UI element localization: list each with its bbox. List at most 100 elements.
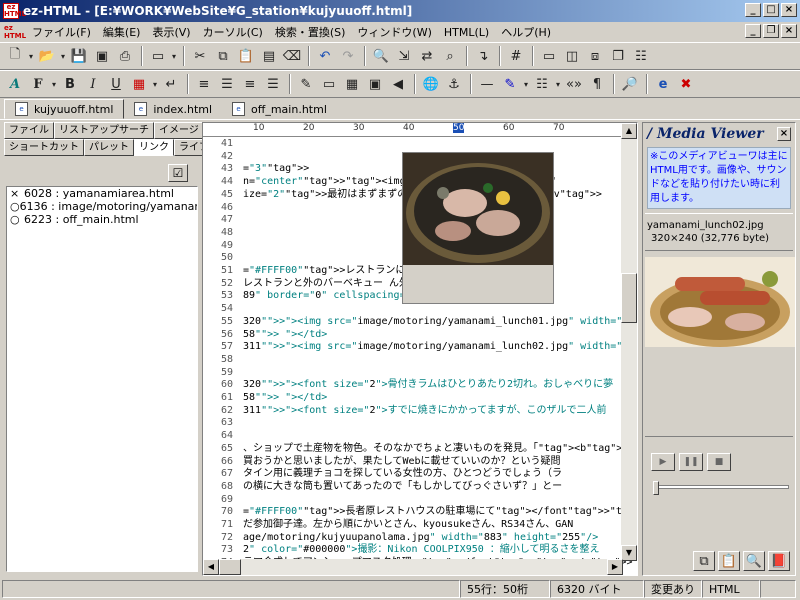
code-line[interactable]: 58"">> "></td> (243, 329, 327, 340)
chevron-down-icon[interactable]: ▾ (27, 46, 35, 66)
code-line[interactable]: だ参加御子達。左から順にかいとさん、kyousukeさん、RS34さん、GAN (243, 520, 573, 530)
chevron-down-icon[interactable]: ▾ (59, 46, 67, 66)
code-line[interactable]: 320"">>"><font size="2">骨付きラムはひとりあたり2切れ。… (243, 380, 613, 390)
browser-preview-icon[interactable]: ▭ (147, 46, 169, 66)
jump-icon[interactable]: ↴ (472, 46, 494, 66)
tab-link[interactable]: リンク (134, 139, 174, 156)
paste-icon[interactable]: 📋 (235, 46, 257, 66)
doc-restore-button[interactable]: ❐ (763, 24, 779, 38)
list-item[interactable]: × 6028 : yamanamiarea.html (7, 187, 197, 200)
zoom-icon[interactable]: 🔎 (619, 74, 641, 94)
code-line[interactable]: の横に大きな筒も置いてあったので「もしかしてびっぐさいず？」とー (243, 481, 562, 492)
color-grid-icon[interactable]: ▦ (128, 74, 150, 94)
doc-close-button[interactable]: × (781, 24, 797, 38)
save-all-icon[interactable]: ▣ (91, 46, 113, 66)
italic-icon[interactable]: I (82, 74, 104, 94)
tab-palette[interactable]: パレット (84, 139, 134, 156)
cascade-icon[interactable]: ❐ (607, 46, 629, 66)
menu-help[interactable]: ヘルプ(H) (495, 24, 557, 40)
scroll-thumb[interactable] (621, 273, 637, 323)
undo-icon[interactable]: ↶ (314, 46, 336, 66)
tab-file[interactable]: ファイル (4, 122, 54, 139)
grep-icon[interactable]: ⌕ (439, 46, 461, 66)
code-line[interactable]: age/motoring/kujyuupanolama.jpg" width="… (243, 532, 598, 543)
minimize-button[interactable]: _ (745, 3, 761, 17)
table-icon[interactable]: ▦ (341, 74, 363, 94)
menu-edit[interactable]: 編集(E) (97, 24, 147, 40)
code-line[interactable]: 買おうかと思いましたが、果たしてWebに載せていいのか？という疑問 (243, 456, 561, 467)
image-insert-icon[interactable]: ▣ (364, 74, 386, 94)
window-list-icon[interactable]: ☷ (630, 46, 652, 66)
close-button[interactable]: × (781, 3, 797, 17)
delete-icon[interactable]: ⌫ (281, 46, 303, 66)
paste-icon[interactable]: 📋 (718, 551, 740, 571)
doc-minimize-button[interactable]: _ (745, 24, 761, 38)
ie-preview-icon[interactable]: e (652, 74, 674, 94)
copy-icon[interactable]: ⧉ (212, 46, 234, 66)
pause-icon[interactable]: ❚❚ (679, 453, 703, 471)
chevron-down-icon[interactable]: ▾ (50, 74, 58, 94)
code-line[interactable]: 320"">>"><img src="image/motoring/yamana… (243, 316, 637, 327)
menu-html[interactable]: HTML(L) (438, 26, 495, 39)
menu-view[interactable]: 表示(V) (146, 24, 196, 40)
code-line[interactable]: 、ショップで土産物を物色。そのなかでちょと凄いものを発見。「"tag"><b"t… (243, 443, 637, 454)
list-item[interactable]: ○ 6136 : image/motoring/yamanami (7, 200, 197, 213)
paste-special-icon[interactable]: ▤ (258, 46, 280, 66)
redo-icon[interactable]: ↷ (337, 46, 359, 66)
code-line[interactable]: 2" color="#000000">撮影：Nikon COOLPIX950 ：… (243, 545, 600, 555)
comment-icon[interactable]: «» (563, 74, 585, 94)
link-check-icon[interactable]: ☑ (168, 164, 188, 182)
font-size-icon[interactable]: F (27, 74, 49, 94)
menu-cursor[interactable]: カーソル(C) (197, 24, 269, 40)
special-char-icon[interactable]: ¶ (586, 74, 608, 94)
code-line[interactable]: 311"">>"><img src="image/motoring/yamana… (243, 342, 637, 352)
scroll-left-icon[interactable]: ◀ (203, 559, 219, 575)
play-icon[interactable]: ▶ (651, 453, 675, 471)
code-line[interactable]: タイン用に義理チョコを探している女性の方、ひとつどうでしょう（ラ (243, 469, 562, 479)
link-icon[interactable]: 🌐 (420, 74, 442, 94)
new-file-icon[interactable]: 🗋 (4, 46, 26, 66)
replace-icon[interactable]: ⇄ (416, 46, 438, 66)
code-line[interactable]: 89" border="0" cellspacing=" (243, 291, 412, 301)
tab-image[interactable]: イメージ (154, 122, 204, 139)
tab-off-main[interactable]: e off_main.html (222, 99, 337, 119)
horizontal-scrollbar[interactable]: ◀ ▶ (203, 559, 623, 575)
justify-icon[interactable]: ☰ (262, 74, 284, 94)
split-horizontal-icon[interactable]: ▭ (538, 46, 560, 66)
horizontal-rule-icon[interactable]: — (476, 74, 498, 94)
seek-slider[interactable] (653, 481, 789, 495)
chevron-down-icon[interactable]: ▾ (151, 74, 159, 94)
scroll-thumb[interactable] (219, 559, 241, 575)
align-right-icon[interactable]: ≡ (239, 74, 261, 94)
bold-icon[interactable]: B (59, 74, 81, 94)
tab-kujyuuoff[interactable]: e kujyuuoff.html (4, 99, 125, 119)
book-icon[interactable]: 📕 (768, 551, 790, 571)
tile-icon[interactable]: ⧈ (584, 46, 606, 66)
sound-icon[interactable]: ◀ (387, 74, 409, 94)
open-folder-icon[interactable]: 📂 (36, 46, 58, 66)
line-break-icon[interactable]: ↵ (160, 74, 182, 94)
close-icon[interactable]: × (777, 127, 791, 141)
split-vertical-icon[interactable]: ◫ (561, 46, 583, 66)
code-line[interactable]: 311"">>"><font size="2">すでに焼きにかかってますが、この… (243, 405, 606, 416)
find-next-icon[interactable]: ⇲ (393, 46, 415, 66)
code-line[interactable]: 58"">> "></td> (243, 393, 327, 403)
menu-file[interactable]: ファイル(F) (26, 24, 97, 40)
form-icon[interactable]: ▭ (318, 74, 340, 94)
vertical-scrollbar[interactable]: ▲ ▼ (621, 123, 637, 561)
save-icon[interactable]: 💾 (68, 46, 90, 66)
align-left-icon[interactable]: ≡ (193, 74, 215, 94)
tab-index[interactable]: e index.html (124, 99, 222, 119)
code-line[interactable]: ="3""tag">> (243, 164, 309, 174)
line-number-icon[interactable]: # (505, 46, 527, 66)
anchor-icon[interactable]: ⚓ (443, 74, 465, 94)
code-line[interactable]: ="#FFFF00""tag">>長者原レストハウスの駐車場にて"tag"></… (243, 507, 637, 517)
chevron-down-icon[interactable]: ▾ (554, 74, 562, 94)
seek-thumb[interactable] (653, 481, 659, 495)
list-item[interactable]: ○ 6223 : off_main.html (7, 213, 197, 226)
underline-icon[interactable]: U (105, 74, 127, 94)
tab-listup-search[interactable]: リストアップサーチ (54, 122, 154, 139)
pen-color-icon[interactable]: ✎ (499, 74, 521, 94)
chevron-down-icon[interactable]: ▾ (170, 46, 178, 66)
tab-shortcut[interactable]: ショートカット (4, 139, 84, 156)
